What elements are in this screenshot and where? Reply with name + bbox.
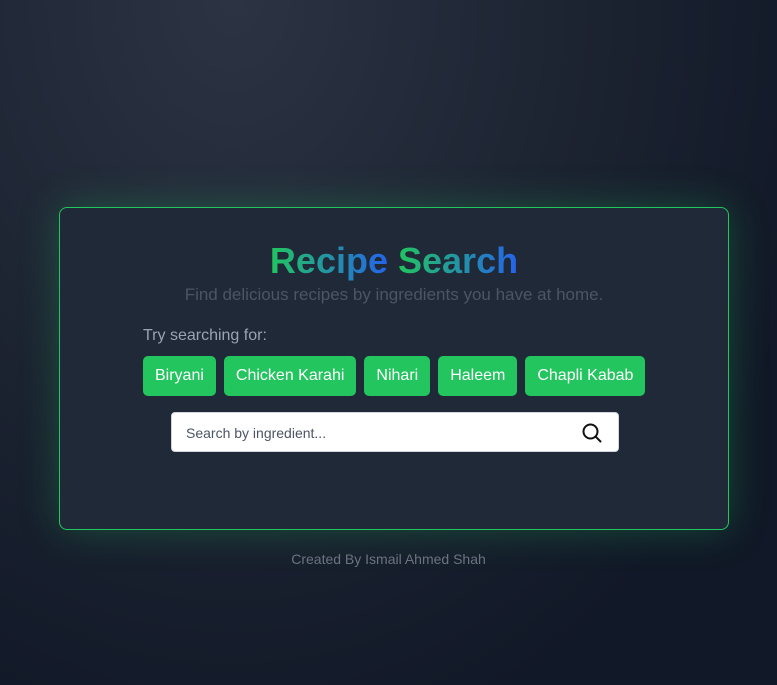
title-word-search: Search	[398, 240, 519, 281]
search-input[interactable]	[184, 413, 568, 453]
recipe-search-card: Recipe Search Find delicious recipes by …	[59, 207, 729, 530]
title-word-recipe: Recipe	[269, 240, 388, 281]
suggestion-chip-nihari[interactable]: Nihari	[364, 356, 431, 396]
suggestion-chip-biryani[interactable]: Biryani	[143, 356, 216, 396]
search-button[interactable]	[580, 421, 604, 445]
suggestion-chip-chapli-kabab[interactable]: Chapli Kabab	[525, 356, 646, 396]
page-title: Recipe Search	[60, 241, 728, 281]
suggestion-chip-chicken-karahi[interactable]: Chicken Karahi	[223, 356, 357, 396]
footer-credit: Created By Ismail Ahmed Shah	[291, 551, 486, 567]
suggestion-chips: Biryani Chicken Karahi Nihari Haleem Cha…	[143, 356, 646, 396]
search-icon	[582, 423, 602, 443]
suggestion-chip-haleem[interactable]: Haleem	[438, 356, 518, 396]
search-bar	[171, 412, 619, 453]
suggestions-label: Try searching for:	[143, 327, 267, 344]
page-subtitle: Find delicious recipes by ingredients yo…	[184, 285, 604, 304]
